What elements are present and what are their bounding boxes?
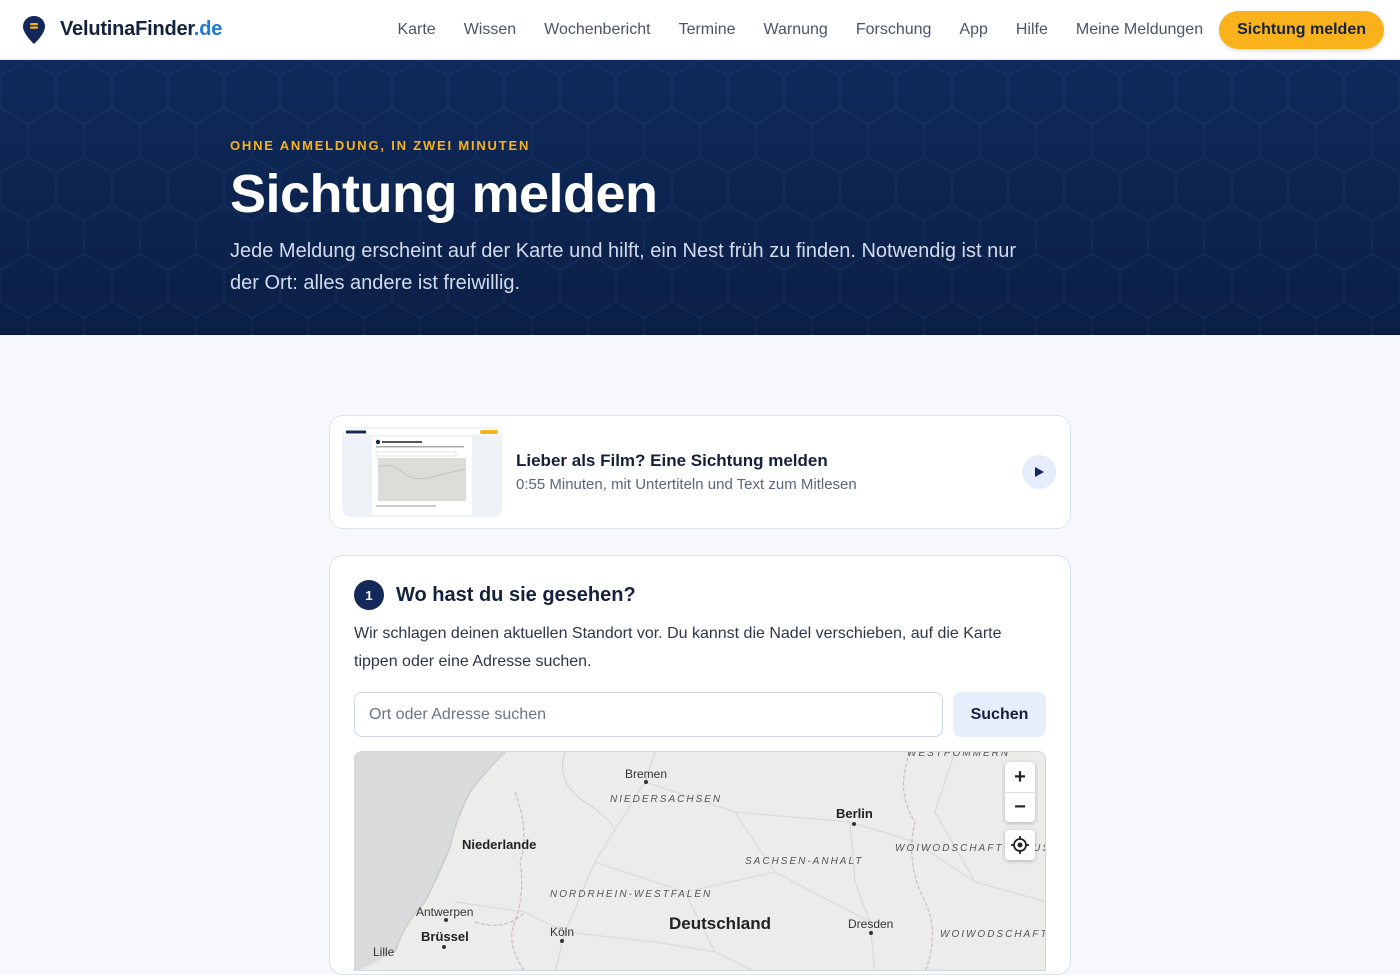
brand-name: VelutinaFinder.de <box>60 18 223 40</box>
location-map[interactable]: Bremen NIEDERSACHSEN Berlin Niederlande … <box>354 751 1046 971</box>
location-pin-logo-icon <box>23 15 45 44</box>
map-label-deutschland: Deutschland <box>669 914 772 933</box>
play-button[interactable] <box>1022 455 1056 489</box>
brand-logo-link[interactable]: VelutinaFinder.de <box>22 15 222 45</box>
map-label-antwerpen: Antwerpen <box>416 905 474 919</box>
map-label-niedersachsen: NIEDERSACHSEN <box>610 794 723 805</box>
video-title: Lieber als Film? Eine Sichtung melden <box>516 451 828 470</box>
main-navigation: Karte Wissen Wochenbericht Termine Warnu… <box>369 0 1384 60</box>
nav-link-termine[interactable]: Termine <box>679 21 736 39</box>
video-subtitle: 0:55 Minuten, mit Untertiteln und Text z… <box>516 476 857 493</box>
nav-link-wissen[interactable]: Wissen <box>464 21 516 39</box>
sichtung-melden-button[interactable]: Sichtung melden <box>1219 11 1384 49</box>
page-title: Sichtung melden <box>230 164 658 224</box>
map-label-koeln: Köln <box>550 925 575 939</box>
address-search-row: Suchen <box>354 692 1046 737</box>
map-label-bruessel: Brüssel <box>421 929 469 944</box>
step-location-card: 1 Wo hast du sie gesehen? Wir schlagen d… <box>329 555 1071 975</box>
map-city-dot <box>442 945 446 949</box>
nav-link-app[interactable]: App <box>959 21 987 39</box>
map-label-dresden: Dresden <box>848 917 894 931</box>
map-label-nordrhein-westfalen: NORDRHEIN-WESTFALEN <box>550 889 710 901</box>
nav-link-wochenbericht[interactable]: Wochenbericht <box>544 21 650 39</box>
map-city-dot <box>644 780 648 784</box>
step-number-badge: 1 <box>354 580 384 610</box>
video-tutorial-card[interactable]: Lieber als Film? Eine Sichtung melden 0:… <box>329 415 1071 529</box>
map-label-westpommern: WESTPOMMERN <box>907 751 1011 759</box>
map-city-dot <box>869 931 873 935</box>
nav-link-meine-meldungen[interactable]: Meine Meldungen <box>1076 21 1203 39</box>
nav-link-karte[interactable]: Karte <box>397 21 435 39</box>
hero-lead: Jede Meldung erscheint auf der Karte und… <box>230 240 1017 294</box>
nav-link-forschung[interactable]: Forschung <box>856 21 932 39</box>
map-label-lille: Lille <box>373 945 395 959</box>
map-zoom-controls: + − <box>1005 762 1035 822</box>
hero-eyebrow: OHNE ANMELDUNG, IN ZWEI MINUTEN <box>230 138 531 153</box>
zoom-out-button[interactable]: − <box>1005 792 1035 822</box>
play-icon <box>1035 467 1044 477</box>
map-city-dot <box>444 918 448 922</box>
nav-link-warnung[interactable]: Warnung <box>763 21 827 39</box>
map-label-berlin: Berlin <box>836 806 873 821</box>
map-label-sachsen-anhalt: SACHSEN-ANHALT <box>745 856 864 867</box>
nav-link-hilfe[interactable]: Hilfe <box>1016 21 1048 39</box>
map-label-bremen: Bremen <box>625 767 668 781</box>
map-city-dot <box>560 939 564 943</box>
map-city-dot <box>852 822 856 826</box>
top-navigation-bar: VelutinaFinder.de Karte Wissen Wochenber… <box>0 0 1400 60</box>
map-label-woiwodschaft-lebus: WOIWODSCHAFT LEBUS <box>895 843 1046 854</box>
zoom-in-button[interactable]: + <box>1005 762 1035 792</box>
locate-me-button[interactable] <box>1005 830 1035 860</box>
hero-banner: OHNE ANMELDUNG, IN ZWEI MINUTEN Sichtung… <box>0 60 1400 335</box>
crosshair-location-icon <box>1011 836 1029 854</box>
step-title: Wo hast du sie gesehen? <box>396 583 636 606</box>
address-search-input[interactable] <box>354 692 943 737</box>
step-description: Wir schlagen deinen aktuellen Standort v… <box>354 625 1002 670</box>
map-label-woiwodschaft-niederschlesien: WOIWODSCHAFT NIEDERSCHLESIEN <box>940 929 1046 940</box>
search-button[interactable]: Suchen <box>953 692 1046 737</box>
map-label-niederlande: Niederlande <box>462 837 537 852</box>
video-thumbnail <box>342 427 502 517</box>
